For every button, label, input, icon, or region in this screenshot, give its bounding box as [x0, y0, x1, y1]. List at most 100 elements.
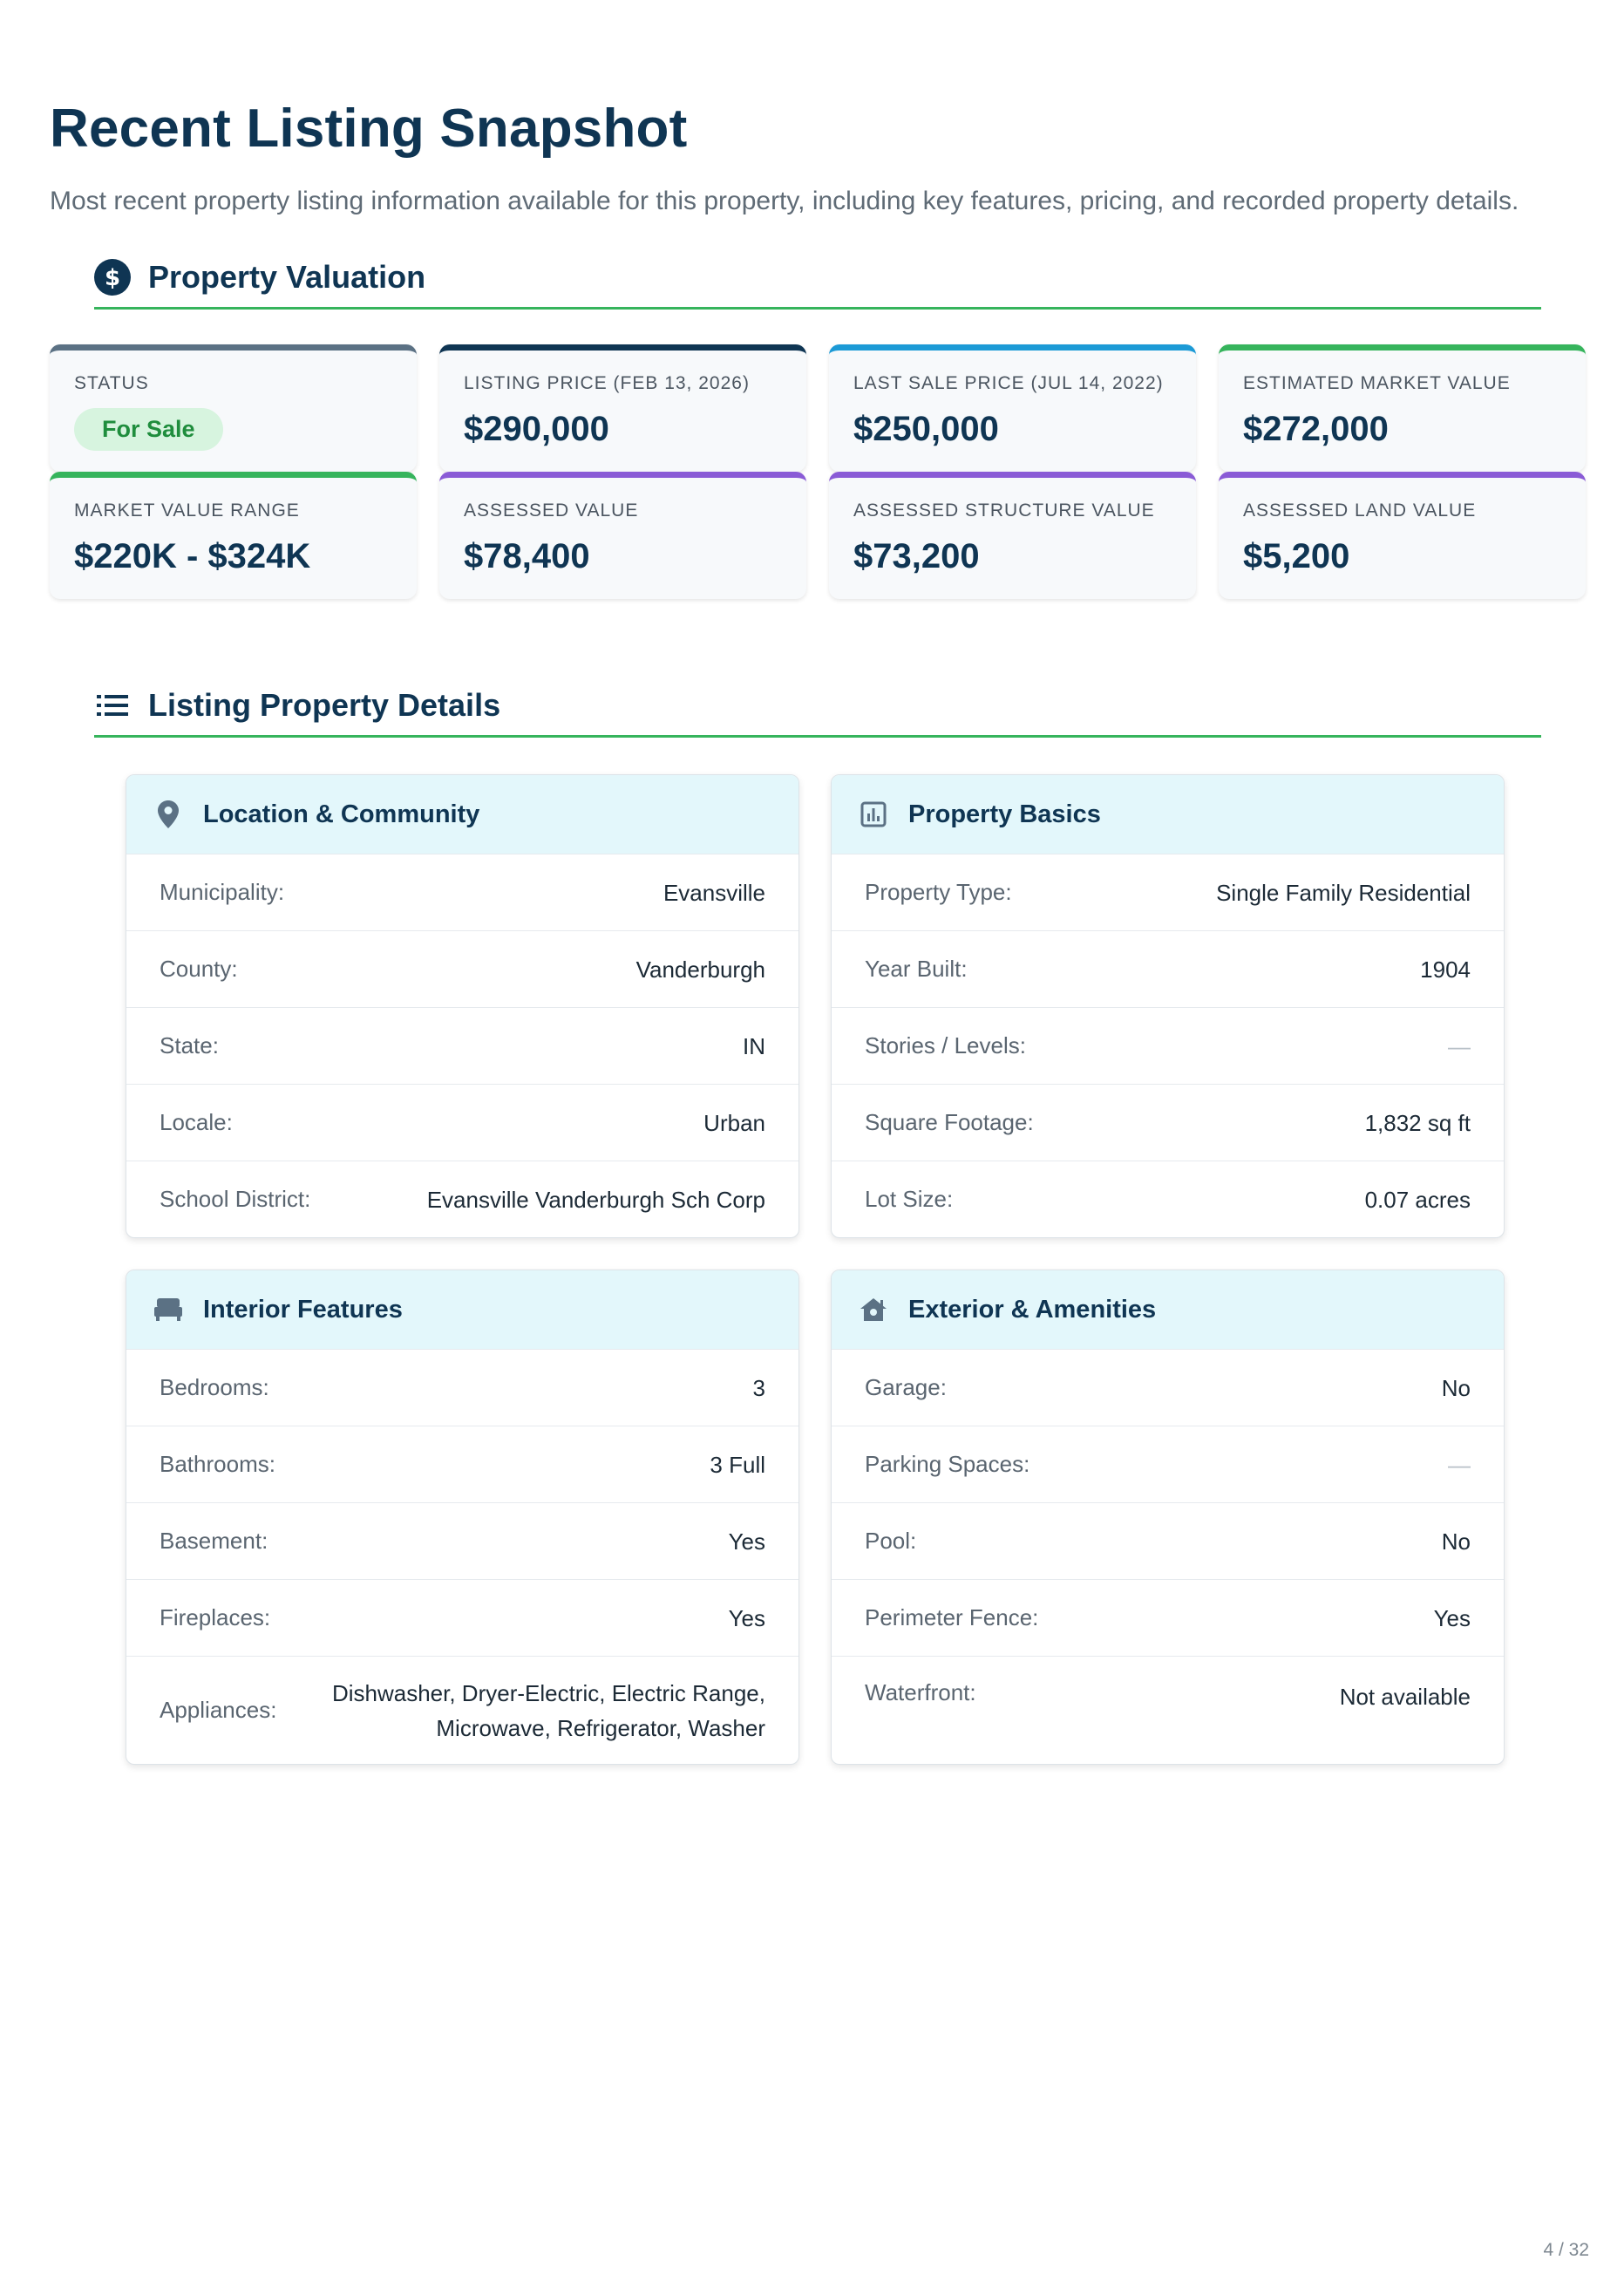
state-label: State: [160, 1032, 219, 1059]
listing-price-value: $290,000 [464, 410, 609, 448]
stories-label: Stories / Levels: [865, 1032, 1026, 1059]
property-basics-card-title: Property Basics [908, 800, 1101, 828]
location-card-title: Location & Community [203, 800, 480, 828]
school-district-row: School District: Evansville Vanderburgh … [126, 1161, 798, 1237]
parking-spaces-label: Parking Spaces: [865, 1451, 1030, 1477]
pool-value: No [1441, 1528, 1471, 1555]
property-type-row: Property Type: Single Family Residential [832, 854, 1504, 930]
appliances-value: Dishwasher, Dryer-Electric, Electric Ran… [332, 1676, 765, 1746]
lot-size-label: Lot Size: [865, 1186, 954, 1212]
estimated-market-value-value: $272,000 [1243, 410, 1389, 448]
waterfront-row: Waterfront: Not available [832, 1656, 1504, 1764]
assessed-structure-value-label: ASSESSED STRUCTURE VALUE [853, 500, 1155, 521]
assessed-value-value: $78,400 [464, 537, 590, 575]
details-section-header: Listing Property Details [94, 675, 1541, 738]
fireplaces-row: Fireplaces: Yes [126, 1579, 798, 1656]
property-type-label: Property Type: [865, 879, 1012, 905]
bathrooms-row: Bathrooms: 3 Full [126, 1426, 798, 1502]
garage-value: No [1441, 1374, 1471, 1401]
appliances-value-line-2: Microwave, Refrigerator, Washer [436, 1714, 765, 1741]
valuation-section-header: $ Property Valuation [94, 247, 1541, 310]
estimated-market-value-label: ESTIMATED MARKET VALUE [1243, 373, 1511, 393]
bedrooms-label: Bedrooms: [160, 1374, 269, 1400]
assessed-land-value-card: ASSESSED LAND VALUE $5,200 [1219, 472, 1586, 599]
appliances-row: Appliances: Dishwasher, Dryer-Electric, … [126, 1656, 798, 1764]
locale-label: Locale: [160, 1109, 233, 1135]
listing-price-label: LISTING PRICE (FEB 13, 2026) [464, 373, 750, 393]
market-value-range-card: MARKET VALUE RANGE $220K - $324K [50, 472, 417, 599]
valuation-section-title: Property Valuation [148, 258, 426, 295]
estimated-market-value-card: ESTIMATED MARKET VALUE $272,000 [1219, 344, 1586, 472]
year-built-row: Year Built: 1904 [832, 930, 1504, 1007]
property-basics-card-header: Property Basics [832, 775, 1504, 854]
state-value: IN [743, 1032, 765, 1059]
valuation-grid: STATUS For Sale LISTING PRICE (FEB 13, 2… [50, 344, 1587, 599]
dollar-circle-icon: $ [94, 258, 131, 296]
locale-value: Urban [703, 1109, 765, 1136]
stories-value: — [1448, 1032, 1471, 1059]
pool-label: Pool: [865, 1528, 917, 1554]
assessed-structure-value-card: ASSESSED STRUCTURE VALUE $73,200 [829, 472, 1196, 599]
perimeter-fence-label: Perimeter Fence: [865, 1604, 1039, 1630]
listing-price-card: LISTING PRICE (FEB 13, 2026) $290,000 [439, 344, 806, 472]
bedrooms-row: Bedrooms: 3 [126, 1349, 798, 1426]
county-value: Vanderburgh [635, 956, 765, 983]
garage-label: Garage: [865, 1374, 947, 1400]
basement-value: Yes [728, 1528, 765, 1555]
appliances-label: Appliances: [160, 1697, 277, 1723]
svg-text:$: $ [105, 265, 120, 291]
page-subtitle: Most recent property listing information… [50, 187, 1519, 215]
market-value-range-value: $220K - $324K [74, 537, 311, 575]
basement-row: Basement: Yes [126, 1502, 798, 1579]
pool-row: Pool: No [832, 1502, 1504, 1579]
fireplaces-value: Yes [728, 1604, 765, 1631]
lot-size-row: Lot Size: 0.07 acres [832, 1161, 1504, 1237]
property-basics-card: Property Basics Property Type: Single Fa… [831, 774, 1505, 1238]
property-type-value: Single Family Residential [1216, 879, 1471, 906]
appliances-value-line-1: Dishwasher, Dryer-Electric, Electric Ran… [331, 1679, 765, 1706]
assessed-structure-value-value: $73,200 [853, 537, 980, 575]
school-district-value: Evansville Vanderburgh Sch Corp [426, 1186, 765, 1213]
location-card: Location & Community Municipality: Evans… [126, 774, 799, 1238]
locale-row: Locale: Urban [126, 1084, 798, 1161]
exterior-amenities-card-header: Exterior & Amenities [832, 1270, 1504, 1349]
waterfront-label: Waterfront: [865, 1679, 976, 1705]
last-sale-price-label: LAST SALE PRICE (JUL 14, 2022) [853, 373, 1164, 393]
bar-chart-icon [858, 799, 889, 830]
market-value-range-label: MARKET VALUE RANGE [74, 500, 300, 521]
bathrooms-label: Bathrooms: [160, 1451, 275, 1477]
square-footage-row: Square Footage: 1,832 sq ft [832, 1084, 1504, 1161]
municipality-row: Municipality: Evansville [126, 854, 798, 930]
assessed-value-label: ASSESSED VALUE [464, 500, 639, 521]
perimeter-fence-row: Perimeter Fence: Yes [832, 1579, 1504, 1656]
perimeter-fence-value: Yes [1433, 1604, 1471, 1631]
state-row: State: IN [126, 1007, 798, 1084]
status-badge: For Sale [74, 408, 223, 451]
municipality-value: Evansville [663, 879, 765, 906]
assessed-land-value-label: ASSESSED LAND VALUE [1243, 500, 1477, 521]
county-label: County: [160, 956, 238, 982]
map-pin-icon [153, 799, 184, 830]
last-sale-price-value: $250,000 [853, 410, 999, 448]
page-number: 4 / 32 [1543, 2240, 1589, 2260]
status-label: STATUS [74, 373, 149, 393]
stories-row: Stories / Levels: — [832, 1007, 1504, 1084]
assessed-value-card: ASSESSED VALUE $78,400 [439, 472, 806, 599]
school-district-label: School District: [160, 1186, 311, 1212]
parking-spaces-row: Parking Spaces: — [832, 1426, 1504, 1502]
municipality-label: Municipality: [160, 879, 285, 905]
basement-label: Basement: [160, 1528, 268, 1554]
interior-features-card-header: Interior Features [126, 1270, 798, 1349]
house-icon [858, 1294, 889, 1325]
status-card: STATUS For Sale [50, 344, 417, 472]
page-title: Recent Listing Snapshot [50, 99, 688, 159]
fireplaces-label: Fireplaces: [160, 1604, 271, 1630]
waterfront-value: Not available [1339, 1684, 1471, 1710]
exterior-amenities-card: Exterior & Amenities Garage: No Parking … [831, 1270, 1505, 1765]
location-card-header: Location & Community [126, 775, 798, 854]
bedrooms-value: 3 [752, 1374, 765, 1401]
square-footage-value: 1,832 sq ft [1364, 1109, 1471, 1136]
bed-icon [153, 1294, 184, 1325]
list-icon [94, 687, 131, 724]
exterior-amenities-card-title: Exterior & Amenities [908, 1295, 1157, 1324]
